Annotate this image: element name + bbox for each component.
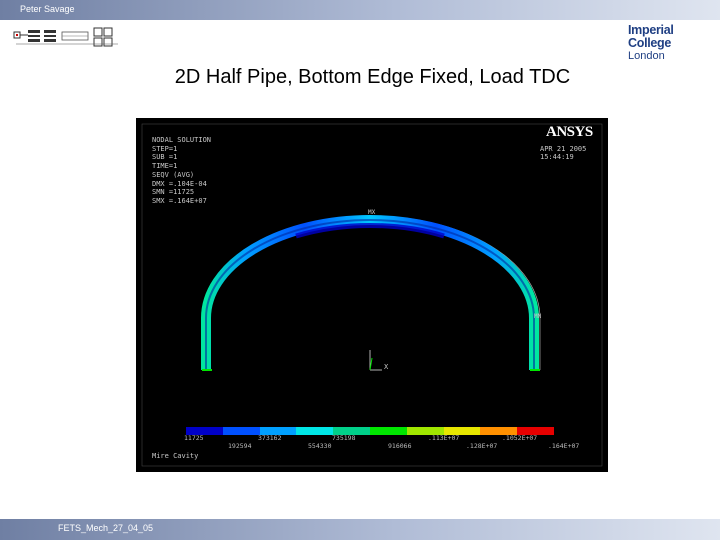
legend-value: 916066 <box>388 442 412 450</box>
solution-info: NODAL SOLUTION STEP=1 SUB =1 TIME=1 SEQV… <box>152 136 211 206</box>
legend-value: .128E+07 <box>466 442 498 450</box>
info-line: TIME=1 <box>152 162 178 171</box>
min-marker: MN <box>534 313 542 320</box>
info-line: DMX =.104E-04 <box>152 179 207 188</box>
info-line: NODAL SOLUTION <box>152 136 212 144</box>
info-line: SMN =11725 <box>152 188 195 197</box>
legend-values-bottom: 192594 554330 916066 .128E+07 .164E+07 <box>136 442 608 452</box>
info-line: SEQV (AVG) <box>152 170 195 179</box>
timestamp: APR 21 2005 15:44:19 <box>540 145 586 161</box>
legend-value: .164E+07 <box>548 442 580 450</box>
info-line: SUB =1 <box>152 153 178 162</box>
slide-title: 2D Half Pipe, Bottom Edge Fixed, Load TD… <box>174 66 571 88</box>
info-line: STEP=1 <box>152 144 178 153</box>
ansys-logo: ANSYS <box>546 124 593 140</box>
legend-value: 11725 <box>184 434 204 442</box>
header-bar <box>0 0 720 20</box>
axis-x-label: X <box>384 363 389 371</box>
time-text: 15:44:19 <box>540 153 574 161</box>
ansys-result-plot: NODAL SOLUTION STEP=1 SUB =1 TIME=1 SEQV… <box>136 118 608 472</box>
legend-value: 554330 <box>308 442 332 450</box>
logo-line-2: London <box>628 50 665 62</box>
footer-code: FETS_Mech_27_04_05 <box>58 523 154 533</box>
plot-caption: Mire Cavity <box>152 452 199 460</box>
info-line: SMX =.164E+07 <box>152 196 207 205</box>
author-name: Peter Savage <box>20 4 75 14</box>
legend-value: 735198 <box>332 434 356 442</box>
engineering-logo-icon <box>13 27 118 47</box>
legend-value: .1052E+07 <box>502 434 538 442</box>
legend-value: .113E+07 <box>428 434 460 442</box>
legend-value: 192594 <box>228 442 252 450</box>
logo-line-1: Imperial College <box>628 23 674 50</box>
imperial-college-logo: Imperial College London <box>628 23 718 63</box>
legend-value: 373162 <box>258 434 282 442</box>
max-marker: MX <box>368 209 376 216</box>
date-text: APR 21 2005 <box>540 145 587 153</box>
